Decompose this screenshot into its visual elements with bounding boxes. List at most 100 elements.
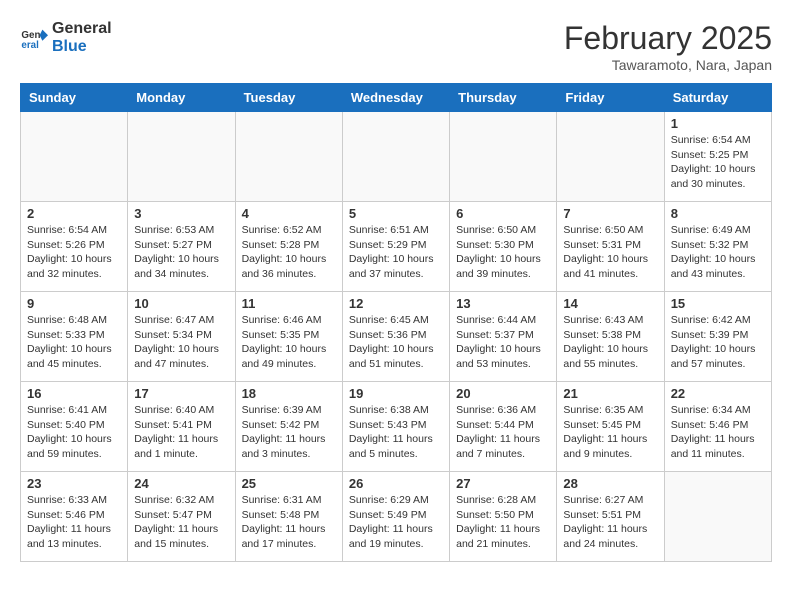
- day-info: Sunrise: 6:35 AM Sunset: 5:45 PM Dayligh…: [563, 403, 657, 462]
- header: Gen eral General Blue February 2025 Tawa…: [20, 20, 772, 73]
- calendar-cell: [128, 112, 235, 202]
- calendar-cell: 17Sunrise: 6:40 AM Sunset: 5:41 PM Dayli…: [128, 382, 235, 472]
- logo-line1: General: [52, 20, 112, 38]
- day-info: Sunrise: 6:41 AM Sunset: 5:40 PM Dayligh…: [27, 403, 121, 462]
- logo-icon: Gen eral: [20, 24, 48, 52]
- day-number: 1: [671, 116, 765, 131]
- month-title: February 2025: [564, 20, 772, 57]
- day-info: Sunrise: 6:28 AM Sunset: 5:50 PM Dayligh…: [456, 493, 550, 552]
- day-info: Sunrise: 6:36 AM Sunset: 5:44 PM Dayligh…: [456, 403, 550, 462]
- weekday-header-wednesday: Wednesday: [342, 84, 449, 112]
- day-number: 15: [671, 296, 765, 311]
- calendar-cell: 18Sunrise: 6:39 AM Sunset: 5:42 PM Dayli…: [235, 382, 342, 472]
- day-info: Sunrise: 6:48 AM Sunset: 5:33 PM Dayligh…: [27, 313, 121, 372]
- calendar-cell: 21 Sunrise: 6:35 AM Sunset: 5:45 PM Dayli…: [557, 382, 664, 472]
- calendar-cell: 15 Sunrise: 6:42 AM Sunset: 5:39 PM Dayli…: [664, 292, 771, 382]
- calendar-cell: 7 Sunrise: 6:50 AM Sunset: 5:31 PM Daylig…: [557, 202, 664, 292]
- calendar-cell: 1Sunrise: 6:54 AM Sunset: 5:25 PM Daylig…: [664, 112, 771, 202]
- calendar-cell: 28Sunrise: 6:27 AM Sunset: 5:51 PM Dayli…: [557, 472, 664, 562]
- calendar-cell: 5Sunrise: 6:51 AM Sunset: 5:29 PM Daylig…: [342, 202, 449, 292]
- weekday-header-thursday: Thursday: [450, 84, 557, 112]
- day-info: Sunrise: 6:42 AM Sunset: 5:39 PM Dayligh…: [671, 313, 765, 372]
- logo: Gen eral General Blue: [20, 20, 112, 55]
- weekday-header-sunday: Sunday: [21, 84, 128, 112]
- week-row-4: 23 Sunrise: 6:33 AM Sunset: 5:46 PM Dayli…: [21, 472, 772, 562]
- calendar-cell: [235, 112, 342, 202]
- day-info: Sunrise: 6:43 AM Sunset: 5:38 PM Dayligh…: [563, 313, 657, 372]
- weekday-header-monday: Monday: [128, 84, 235, 112]
- location-title: Tawaramoto, Nara, Japan: [564, 57, 772, 73]
- calendar-cell: 25 Sunrise: 6:31 AM Sunset: 5:48 PM Dayli…: [235, 472, 342, 562]
- day-number: 23: [27, 476, 121, 491]
- week-row-2: 9 Sunrise: 6:48 AM Sunset: 5:33 PM Daylig…: [21, 292, 772, 382]
- day-info: Sunrise: 6:45 AM Sunset: 5:36 PM Dayligh…: [349, 313, 443, 372]
- day-number: 14: [563, 296, 657, 311]
- day-number: 2: [27, 206, 121, 221]
- day-info: Sunrise: 6:32 AM Sunset: 5:47 PM Dayligh…: [134, 493, 228, 552]
- calendar-cell: 26 Sunrise: 6:29 AM Sunset: 5:49 PM Dayli…: [342, 472, 449, 562]
- day-number: 20: [456, 386, 550, 401]
- weekday-header-row: SundayMondayTuesdayWednesdayThursdayFrid…: [21, 84, 772, 112]
- calendar-cell: 13 Sunrise: 6:44 AM Sunset: 5:37 PM Dayli…: [450, 292, 557, 382]
- day-number: 9: [27, 296, 121, 311]
- day-number: 19: [349, 386, 443, 401]
- calendar-cell: 20 Sunrise: 6:36 AM Sunset: 5:44 PM Dayli…: [450, 382, 557, 472]
- day-number: 24: [134, 476, 228, 491]
- title-block: February 2025 Tawaramoto, Nara, Japan: [564, 20, 772, 73]
- week-row-3: 16 Sunrise: 6:41 AM Sunset: 5:40 PM Dayli…: [21, 382, 772, 472]
- calendar-cell: [450, 112, 557, 202]
- weekday-header-friday: Friday: [557, 84, 664, 112]
- calendar-cell: 24 Sunrise: 6:32 AM Sunset: 5:47 PM Dayli…: [128, 472, 235, 562]
- calendar-cell: 23 Sunrise: 6:33 AM Sunset: 5:46 PM Dayli…: [21, 472, 128, 562]
- day-number: 8: [671, 206, 765, 221]
- day-info: Sunrise: 6:31 AM Sunset: 5:48 PM Dayligh…: [242, 493, 336, 552]
- calendar-cell: 3 Sunrise: 6:53 AM Sunset: 5:27 PM Daylig…: [128, 202, 235, 292]
- logo-line2: Blue: [52, 38, 112, 56]
- week-row-1: 2 Sunrise: 6:54 AM Sunset: 5:26 PM Daylig…: [21, 202, 772, 292]
- day-info: Sunrise: 6:54 AM Sunset: 5:26 PM Dayligh…: [27, 223, 121, 282]
- day-info: Sunrise: 6:38 AM Sunset: 5:43 PM Dayligh…: [349, 403, 443, 462]
- day-number: 7: [563, 206, 657, 221]
- day-number: 21: [563, 386, 657, 401]
- calendar-cell: [21, 112, 128, 202]
- calendar-cell: 4 Sunrise: 6:52 AM Sunset: 5:28 PM Daylig…: [235, 202, 342, 292]
- day-number: 12: [349, 296, 443, 311]
- weekday-header-tuesday: Tuesday: [235, 84, 342, 112]
- day-info: Sunrise: 6:33 AM Sunset: 5:46 PM Dayligh…: [27, 493, 121, 552]
- day-info: Sunrise: 6:39 AM Sunset: 5:42 PM Dayligh…: [242, 403, 336, 462]
- svg-text:eral: eral: [21, 39, 39, 50]
- calendar: SundayMondayTuesdayWednesdayThursdayFrid…: [20, 83, 772, 562]
- day-number: 5: [349, 206, 443, 221]
- calendar-cell: [342, 112, 449, 202]
- calendar-cell: 9 Sunrise: 6:48 AM Sunset: 5:33 PM Daylig…: [21, 292, 128, 382]
- calendar-cell: 19 Sunrise: 6:38 AM Sunset: 5:43 PM Dayli…: [342, 382, 449, 472]
- day-number: 6: [456, 206, 550, 221]
- day-number: 10: [134, 296, 228, 311]
- calendar-cell: 8Sunrise: 6:49 AM Sunset: 5:32 PM Daylig…: [664, 202, 771, 292]
- day-info: Sunrise: 6:53 AM Sunset: 5:27 PM Dayligh…: [134, 223, 228, 282]
- calendar-cell: 11 Sunrise: 6:46 AM Sunset: 5:35 PM Dayli…: [235, 292, 342, 382]
- calendar-cell: 22Sunrise: 6:34 AM Sunset: 5:46 PM Dayli…: [664, 382, 771, 472]
- calendar-cell: 10Sunrise: 6:47 AM Sunset: 5:34 PM Dayli…: [128, 292, 235, 382]
- calendar-cell: [664, 472, 771, 562]
- calendar-cell: 12 Sunrise: 6:45 AM Sunset: 5:36 PM Dayli…: [342, 292, 449, 382]
- day-number: 11: [242, 296, 336, 311]
- day-info: Sunrise: 6:40 AM Sunset: 5:41 PM Dayligh…: [134, 403, 228, 462]
- day-number: 3: [134, 206, 228, 221]
- day-info: Sunrise: 6:52 AM Sunset: 5:28 PM Dayligh…: [242, 223, 336, 282]
- day-info: Sunrise: 6:34 AM Sunset: 5:46 PM Dayligh…: [671, 403, 765, 462]
- day-number: 25: [242, 476, 336, 491]
- day-info: Sunrise: 6:29 AM Sunset: 5:49 PM Dayligh…: [349, 493, 443, 552]
- calendar-cell: 14 Sunrise: 6:43 AM Sunset: 5:38 PM Dayli…: [557, 292, 664, 382]
- day-number: 26: [349, 476, 443, 491]
- day-number: 4: [242, 206, 336, 221]
- day-info: Sunrise: 6:50 AM Sunset: 5:31 PM Dayligh…: [563, 223, 657, 282]
- calendar-cell: 27 Sunrise: 6:28 AM Sunset: 5:50 PM Dayli…: [450, 472, 557, 562]
- day-info: Sunrise: 6:46 AM Sunset: 5:35 PM Dayligh…: [242, 313, 336, 372]
- day-info: Sunrise: 6:44 AM Sunset: 5:37 PM Dayligh…: [456, 313, 550, 372]
- calendar-cell: 6Sunrise: 6:50 AM Sunset: 5:30 PM Daylig…: [450, 202, 557, 292]
- day-number: 13: [456, 296, 550, 311]
- day-number: 16: [27, 386, 121, 401]
- day-number: 27: [456, 476, 550, 491]
- day-number: 28: [563, 476, 657, 491]
